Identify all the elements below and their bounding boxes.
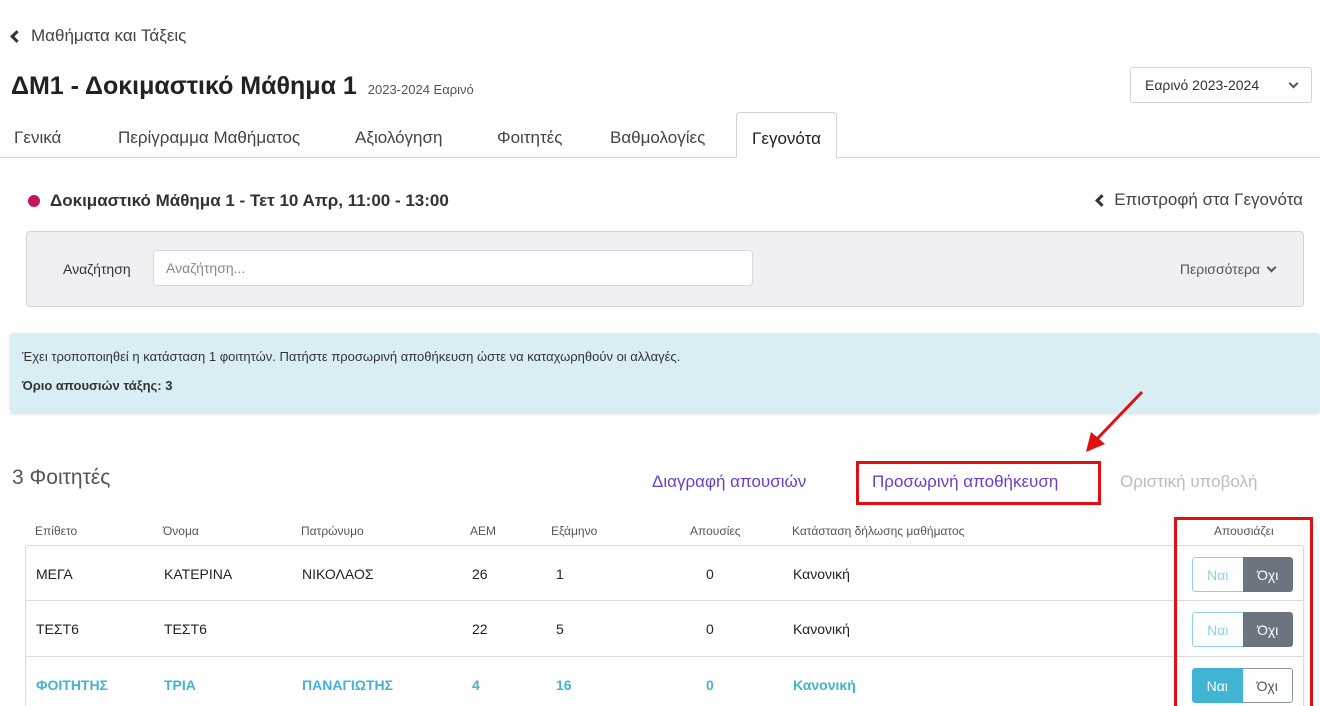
return-to-events-link[interactable]: Επιστροφή στα Γεγονότα <box>1095 190 1303 210</box>
absent-yes-button[interactable]: Ναι <box>1192 668 1243 703</box>
semester-select[interactable]: Εαρινό 2023-2024 <box>1130 67 1312 103</box>
search-input[interactable]: Αναζήτηση... <box>153 250 753 286</box>
column-header-semester: Εξάμηνο <box>551 524 598 538</box>
tab-assessment[interactable]: Αξιολόγηση <box>355 112 442 158</box>
tab-syllabus[interactable]: Περίγραμμα Μαθήματος <box>118 112 300 158</box>
course-semester: 2023-2024 Εαρινό <box>367 82 474 97</box>
column-header-father: Πατρώνυμο <box>301 524 364 538</box>
semester-select-value: Εαρινό 2023-2024 <box>1145 77 1260 93</box>
cell-absences: 0 <box>706 677 714 693</box>
absent-no-button[interactable]: Όχι <box>1242 612 1293 647</box>
cell-name: ΤΕΣΤ6 <box>164 621 207 637</box>
column-header-status: Κατάσταση δήλωσης μαθήματος <box>792 524 965 538</box>
cell-aem: 26 <box>472 566 488 582</box>
final-submit-button[interactable]: Οριστική υποβολή <box>1120 472 1257 492</box>
chevron-left-icon <box>1095 193 1109 207</box>
back-link-label: Μαθήματα και Τάξεις <box>31 26 187 45</box>
absent-no-button[interactable]: Όχι <box>1242 668 1293 703</box>
cell-aem: 22 <box>472 621 488 637</box>
column-header-absences: Απουσίες <box>690 524 741 538</box>
absent-toggle: Ναι Όχι <box>1192 668 1293 703</box>
cell-surname: ΦΟΙΤΗΤΗΣ <box>36 677 108 693</box>
cell-status: Κανονική <box>793 677 856 693</box>
alert-message: Έχει τροποποιηθεί η κατάσταση 1 φοιτητών… <box>22 349 681 364</box>
temporary-save-button[interactable]: Προσωρινή αποθήκευση <box>856 461 1101 505</box>
column-header-surname: Επίθετο <box>35 524 78 538</box>
cell-absences: 0 <box>706 621 714 637</box>
chevron-down-icon <box>1288 78 1299 88</box>
cell-aem: 4 <box>472 677 480 693</box>
cell-surname: ΤΕΣΤ6 <box>36 621 79 637</box>
annotation-arrow-icon <box>1086 390 1144 452</box>
search-label: Αναζήτηση <box>63 261 131 277</box>
absence-limit-value: 3 <box>165 378 173 393</box>
chevron-left-icon <box>10 29 23 43</box>
column-header-absent: Απουσιάζει <box>1214 524 1274 538</box>
absent-yes-button[interactable]: Ναι <box>1192 557 1243 592</box>
cell-father: ΠΑΝΑΓΙΩΤΗΣ <box>302 677 394 693</box>
table-row: ΦΟΙΤΗΤΗΣ ΤΡΙΑ ΠΑΝΑΓΙΩΤΗΣ 4 16 0 Κανονική… <box>25 657 1304 706</box>
more-filters-label: Περισσότερα <box>1179 261 1260 277</box>
tab-students[interactable]: Φοιτητές <box>497 112 562 158</box>
cell-surname: ΜΕΓΑ <box>36 566 73 582</box>
return-link-label: Επιστροφή στα Γεγονότα <box>1114 190 1303 209</box>
column-header-aem: ΑΕΜ <box>470 524 497 538</box>
absent-yes-button[interactable]: Ναι <box>1192 612 1243 647</box>
cell-name: ΤΡΙΑ <box>164 677 196 693</box>
delete-absences-button[interactable]: Διαγραφή απουσιών <box>652 472 806 492</box>
search-panel: Αναζήτηση Αναζήτηση... Περισσότερα <box>26 231 1304 307</box>
course-title: ΔΜ1 - Δοκιμαστικό Μάθημα 1 <box>11 72 357 100</box>
cell-semester: 16 <box>556 677 572 693</box>
cell-father: ΝΙΚΟΛΑΟΣ <box>302 566 374 582</box>
cell-name: ΚΑΤΕΡΙΝΑ <box>164 566 233 582</box>
cell-status: Κανονική <box>793 566 850 582</box>
cell-absences: 0 <box>706 566 714 582</box>
event-title-text: Δοκιμαστικό Μάθημα 1 - Τετ 10 Απρ, 11:00… <box>50 191 449 210</box>
column-header-name: Όνομα <box>163 524 199 538</box>
cell-semester: 5 <box>556 621 564 637</box>
page-title: ΔΜ1 - Δοκιμαστικό Μάθημα 1 2023-2024 Εαρ… <box>11 72 474 101</box>
cell-semester: 1 <box>556 566 564 582</box>
students-count: 3 Φοιτητές <box>12 466 111 489</box>
table-row: ΜΕΓΑ ΚΑΤΕΡΙΝΑ ΝΙΚΟΛΑΟΣ 26 1 0 Κανονική Ν… <box>25 545 1304 601</box>
table-row: ΤΕΣΤ6 ΤΕΣΤ6 22 5 0 Κανονική Ναι Όχι <box>25 601 1304 657</box>
more-filters-toggle[interactable]: Περισσότερα <box>1179 261 1277 277</box>
event-title: Δοκιμαστικό Μάθημα 1 - Τετ 10 Απρ, 11:00… <box>28 191 449 211</box>
students-table: ΜΕΓΑ ΚΑΤΕΡΙΝΑ ΝΙΚΟΛΑΟΣ 26 1 0 Κανονική Ν… <box>25 545 1304 706</box>
absent-toggle: Ναι Όχι <box>1192 612 1293 647</box>
tab-events[interactable]: Γεγονότα <box>736 112 837 158</box>
back-to-courses-link[interactable]: Μαθήματα και Τάξεις <box>10 26 187 46</box>
absence-limit-label: Όριο απουσιών τάξης: <box>22 378 162 393</box>
chevron-down-icon <box>1266 262 1277 272</box>
tab-grades[interactable]: Βαθμολογίες <box>610 112 705 158</box>
absent-no-button[interactable]: Όχι <box>1242 557 1293 592</box>
cell-status: Κανονική <box>793 621 850 637</box>
absent-toggle: Ναι Όχι <box>1192 557 1293 592</box>
course-tabs: Γενικά Περίγραμμα Μαθήματος Αξιολόγηση Φ… <box>0 112 1320 158</box>
event-color-dot <box>28 195 40 207</box>
tab-general[interactable]: Γενικά <box>14 112 61 158</box>
